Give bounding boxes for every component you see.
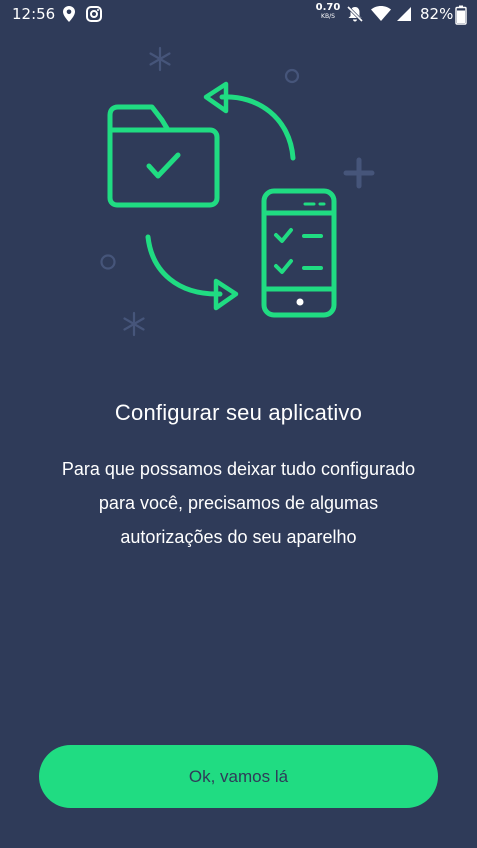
page-title: Configurar seu aplicativo (114, 400, 363, 425)
phone-checklist-icon (261, 188, 337, 318)
setup-illustration (100, 46, 375, 337)
page-description: Para que possamos deixar tudo configurad… (20, 452, 457, 554)
folder-check-icon (107, 104, 220, 208)
description-line: Para que possamos deixar tudo configurad… (61, 459, 416, 479)
decoration-plus-icon (343, 157, 375, 189)
ok-button[interactable]: Ok, vamos lá (39, 745, 438, 808)
decoration-circle-icon (100, 254, 116, 270)
phone-home-button-icon (296, 298, 304, 306)
description-line: autorizações do seu aparelho (120, 527, 357, 547)
decoration-circle-icon (284, 68, 300, 84)
decoration-snowflake-icon (123, 311, 145, 337)
description-line: para você, precisamos de algumas (98, 493, 379, 513)
sync-arrow-bottom-icon (145, 234, 239, 311)
decoration-snowflake-icon (149, 46, 171, 72)
